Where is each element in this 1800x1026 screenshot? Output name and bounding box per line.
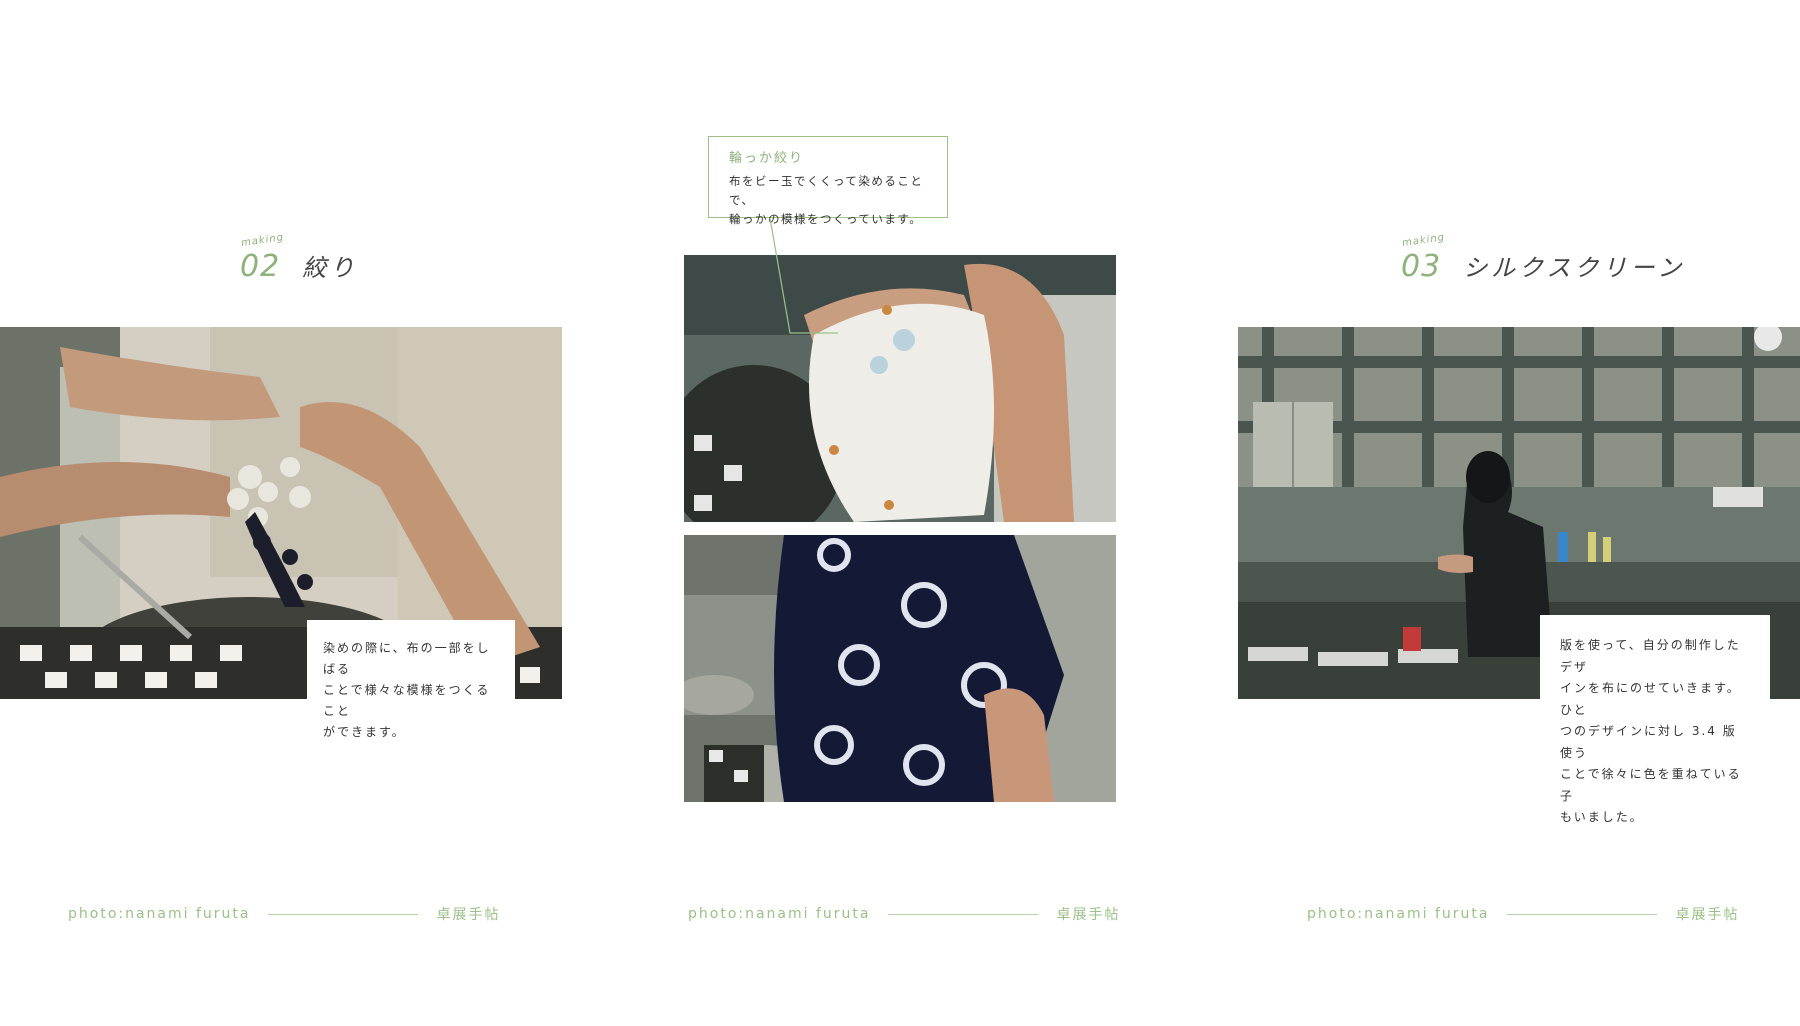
brand-name: 卓展手帖 (1056, 907, 1121, 923)
footer-divider (888, 913, 1039, 915)
caption-silkscreen: 版を使って、自分の制作したデザ インを布にのせていきます。ひと つのデザインに対… (1540, 615, 1770, 839)
caption-line: もいました。 (1560, 810, 1644, 824)
callout-title: 輪っか絞り (729, 151, 805, 166)
photo-credit: photo:nanami furuta (1307, 906, 1490, 922)
caption-line: 版を使って、自分の制作したデザ (1560, 638, 1741, 674)
caption-line: 染めの際に、布の一部をしばる (323, 641, 491, 676)
callout-wakka-shibori: 輪っか絞り 布をビー玉でくくって染めることで、 輪っかの模様をつくっています。 (708, 136, 948, 226)
section-number: 03 (1401, 249, 1442, 284)
photo-credit: photo:nanami furuta (688, 906, 871, 922)
brand-name: 卓展手帖 (436, 907, 501, 923)
callout-connector (769, 217, 838, 334)
caption-line: ことで様々な模様をつくること (323, 683, 491, 718)
caption-line: ができます。 (323, 725, 406, 739)
making-label: making (1401, 232, 1446, 249)
photo-credit: photo:nanami furuta (68, 906, 251, 922)
section-heading-shibori: making 02 絞り (240, 232, 359, 284)
caption-line: インを布にのせていきます。ひと (1560, 681, 1741, 717)
callout-line: 布をビー玉でくくって染めることで、 (729, 174, 924, 207)
footer-3: photo:nanami furuta 卓展手帖 (1307, 904, 1739, 924)
making-label: making (240, 232, 285, 249)
caption-line: ことで徐々に色を重ねている子 (1560, 767, 1742, 803)
footer-divider (1507, 913, 1658, 915)
footer-2: photo:nanami furuta 卓展手帖 (688, 904, 1120, 924)
section-heading-silkscreen: making 03 シルクスクリーン (1401, 232, 1686, 284)
section-title: シルクスクリーン (1463, 254, 1686, 282)
section-title: 絞り (302, 254, 359, 282)
section-number: 02 (240, 249, 281, 284)
footer-1: photo:nanami furuta 卓展手帖 (68, 904, 500, 924)
caption-line: つのデザインに対し 3.4 版使う (1560, 724, 1737, 760)
photo-tying-marbles (684, 255, 1116, 522)
photo-dyed-fabric (684, 535, 1116, 802)
brand-name: 卓展手帖 (1675, 907, 1740, 923)
caption-shibori: 染めの際に、布の一部をしばる ことで様々な模様をつくること ができます。 (307, 620, 515, 743)
footer-divider (268, 913, 419, 915)
